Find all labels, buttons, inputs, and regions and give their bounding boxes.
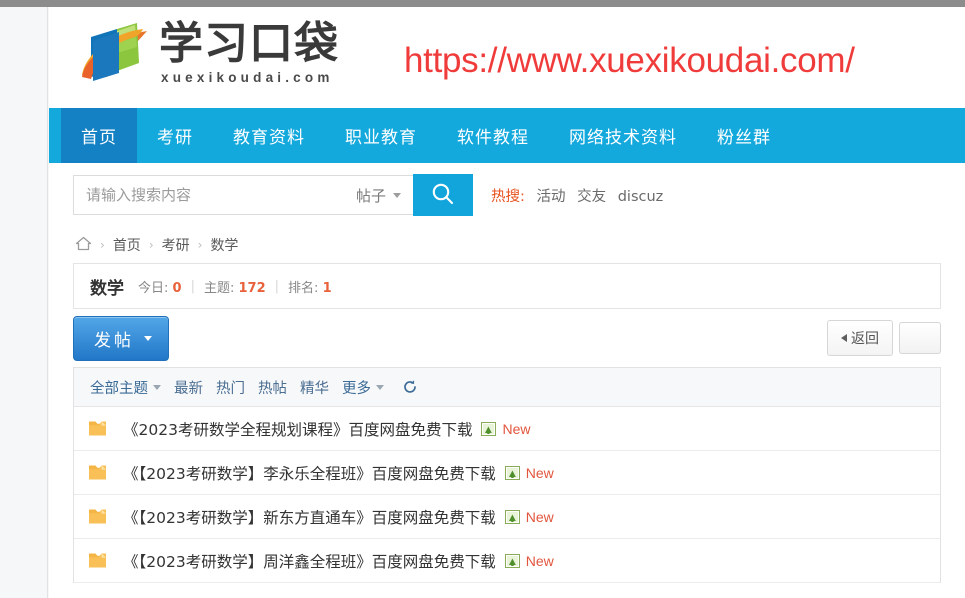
toolbar-extra-button[interactable] [899, 322, 941, 354]
new-badge: New [525, 508, 554, 525]
filter-all-topics[interactable]: 全部主题 [90, 377, 161, 398]
folder-icon [88, 420, 107, 437]
filter-all-topics-label: 全部主题 [90, 380, 148, 397]
forum-header: 数学 今日: 0 | 主题: 172 | 排名: 1 [73, 263, 941, 309]
thread-title-link[interactable]: 《【2023考研数学】李永乐全程班》百度网盘免费下载 [123, 462, 496, 484]
thread-filter-bar: 全部主题 最新 热门 热帖 精华 更多 [74, 368, 940, 407]
hot-search-link-discuz[interactable]: discuz [618, 189, 664, 205]
chevron-down-icon [376, 384, 384, 390]
back-button[interactable]: 返回 [827, 320, 893, 356]
breadcrumb: › 首页 › 考研 › 数学 [49, 227, 965, 263]
chevron-down-icon [153, 384, 161, 390]
nav-item-software-tutorials[interactable]: 软件教程 [437, 108, 549, 163]
folder-icon [88, 508, 107, 525]
nav-item-network-tech-materials[interactable]: 网络技术资料 [549, 108, 697, 163]
forum-title: 数学 [90, 278, 124, 299]
forum-stats: 今日: 0 | 主题: 172 | 排名: 1 [138, 277, 332, 296]
stat-today-value: 0 [172, 280, 182, 296]
table-row[interactable]: 《2023考研数学全程规划课程》百度网盘免费下载 New [74, 407, 940, 451]
stat-today: 今日: 0 [138, 277, 182, 296]
search-box: 帖子 [73, 175, 413, 215]
image-attachment-icon [481, 421, 497, 436]
window-top-strip [0, 0, 965, 7]
stat-separator-1: | [190, 278, 195, 294]
site-header: 学习口袋 xuexikoudai.com https://www.xuexiko… [49, 7, 965, 108]
image-attachment-icon [504, 509, 520, 524]
hot-search-link-activity[interactable]: 活动 [537, 189, 566, 205]
site-logo[interactable]: 学习口袋 xuexikoudai.com [77, 15, 339, 91]
main-content: 数学 今日: 0 | 主题: 172 | 排名: 1 发帖 返回 全部主题 最新… [49, 263, 965, 583]
breadcrumb-item-home[interactable]: 首页 [113, 235, 141, 255]
search-type-label: 帖子 [355, 186, 386, 205]
search-bar: 帖子 热搜: 活动 交友 discuz [49, 163, 965, 227]
table-row[interactable]: 《【2023考研数学】新东方直通车》百度网盘免费下载 New [74, 495, 940, 539]
thread-list-panel: 全部主题 最新 热门 热帖 精华 更多 《2023考研数学全程规划课程》百度网盘… [73, 367, 941, 583]
filter-newest[interactable]: 最新 [174, 377, 203, 398]
back-button-label: 返回 [851, 331, 879, 347]
stat-topics: 主题: 172 [204, 277, 266, 296]
refresh-icon[interactable] [402, 379, 418, 395]
logo-domain-text: xuexikoudai.com [161, 70, 334, 86]
stat-topics-label: 主题: [203, 280, 235, 296]
filter-more-label: 更多 [342, 380, 371, 397]
thread-title-link[interactable]: 《【2023考研数学】周洋鑫全程班》百度网盘免费下载 [123, 550, 496, 572]
stat-topics-value: 172 [238, 280, 266, 296]
image-attachment-icon [504, 465, 520, 480]
hot-search-label: 热搜: [491, 188, 525, 205]
chevron-down-icon [144, 335, 152, 341]
nav-item-vocational-education[interactable]: 职业教育 [325, 108, 437, 163]
forum-toolbar: 发帖 返回 [73, 309, 941, 367]
thread-title-link[interactable]: 《2023考研数学全程规划课程》百度网盘免费下载 [123, 418, 472, 440]
home-icon[interactable] [75, 236, 92, 255]
stat-rank: 排名: 1 [288, 277, 332, 296]
page-left-gutter [0, 7, 48, 598]
new-thread-button[interactable]: 发帖 [73, 315, 169, 361]
stat-separator-2: | [274, 278, 280, 294]
filter-hot[interactable]: 热门 [216, 377, 245, 398]
table-row[interactable]: 《【2023考研数学】李永乐全程班》百度网盘免费下载 New [74, 451, 940, 495]
new-thread-label: 发帖 [94, 330, 134, 351]
chevron-down-icon [393, 192, 401, 198]
breadcrumb-separator-2: › [148, 238, 154, 252]
logo-chinese-name: 学习口袋 [159, 17, 339, 69]
filter-hot-threads[interactable]: 热帖 [258, 377, 287, 398]
chevron-left-icon [841, 334, 847, 342]
hot-search-block: 热搜: 活动 交友 discuz [491, 185, 663, 206]
breadcrumb-item-kaoyan[interactable]: 考研 [162, 235, 190, 255]
nav-item-home[interactable]: 首页 [61, 108, 137, 163]
breadcrumb-separator-3: › [197, 238, 203, 252]
stat-today-label: 今日: [138, 280, 169, 296]
site-wrapper: 学习口袋 xuexikoudai.com https://www.xuexiko… [49, 7, 965, 598]
nav-item-kaoyan[interactable]: 考研 [137, 108, 213, 163]
watermark-url: https://www.xuexikoudai.com/ [404, 41, 855, 80]
search-type-selector[interactable]: 帖子 [350, 185, 413, 206]
nav-item-fan-group[interactable]: 粉丝群 [697, 108, 791, 163]
image-attachment-icon [504, 553, 520, 568]
toolbar-right-group: 返回 [827, 320, 941, 356]
search-submit-button[interactable] [413, 174, 473, 216]
main-navigation: 首页 考研 教育资料 职业教育 软件教程 网络技术资料 粉丝群 [49, 108, 965, 163]
thread-title-link[interactable]: 《【2023考研数学】新东方直通车》百度网盘免费下载 [123, 506, 496, 528]
breadcrumb-item-math[interactable]: 数学 [210, 235, 238, 255]
table-row[interactable]: 《【2023考研数学】周洋鑫全程班》百度网盘免费下载 New [74, 539, 940, 583]
filter-more[interactable]: 更多 [342, 377, 384, 398]
browser-page: 学习口袋 xuexikoudai.com https://www.xuexiko… [0, 0, 965, 598]
new-badge: New [525, 464, 554, 481]
breadcrumb-separator-1: › [100, 238, 105, 252]
nav-item-education-materials[interactable]: 教育资料 [213, 108, 325, 163]
search-icon [430, 181, 456, 210]
new-badge: New [502, 420, 531, 437]
book-logo-icon [77, 15, 155, 91]
stat-rank-label: 排名: [288, 280, 319, 296]
folder-icon [88, 464, 107, 481]
hot-search-link-friends[interactable]: 交友 [577, 189, 606, 205]
stat-rank-value: 1 [322, 280, 332, 296]
new-badge: New [525, 552, 554, 569]
logo-text-block: 学习口袋 xuexikoudai.com [159, 17, 339, 86]
filter-essence[interactable]: 精华 [300, 377, 329, 398]
search-input[interactable] [74, 177, 350, 213]
folder-icon [88, 552, 107, 569]
